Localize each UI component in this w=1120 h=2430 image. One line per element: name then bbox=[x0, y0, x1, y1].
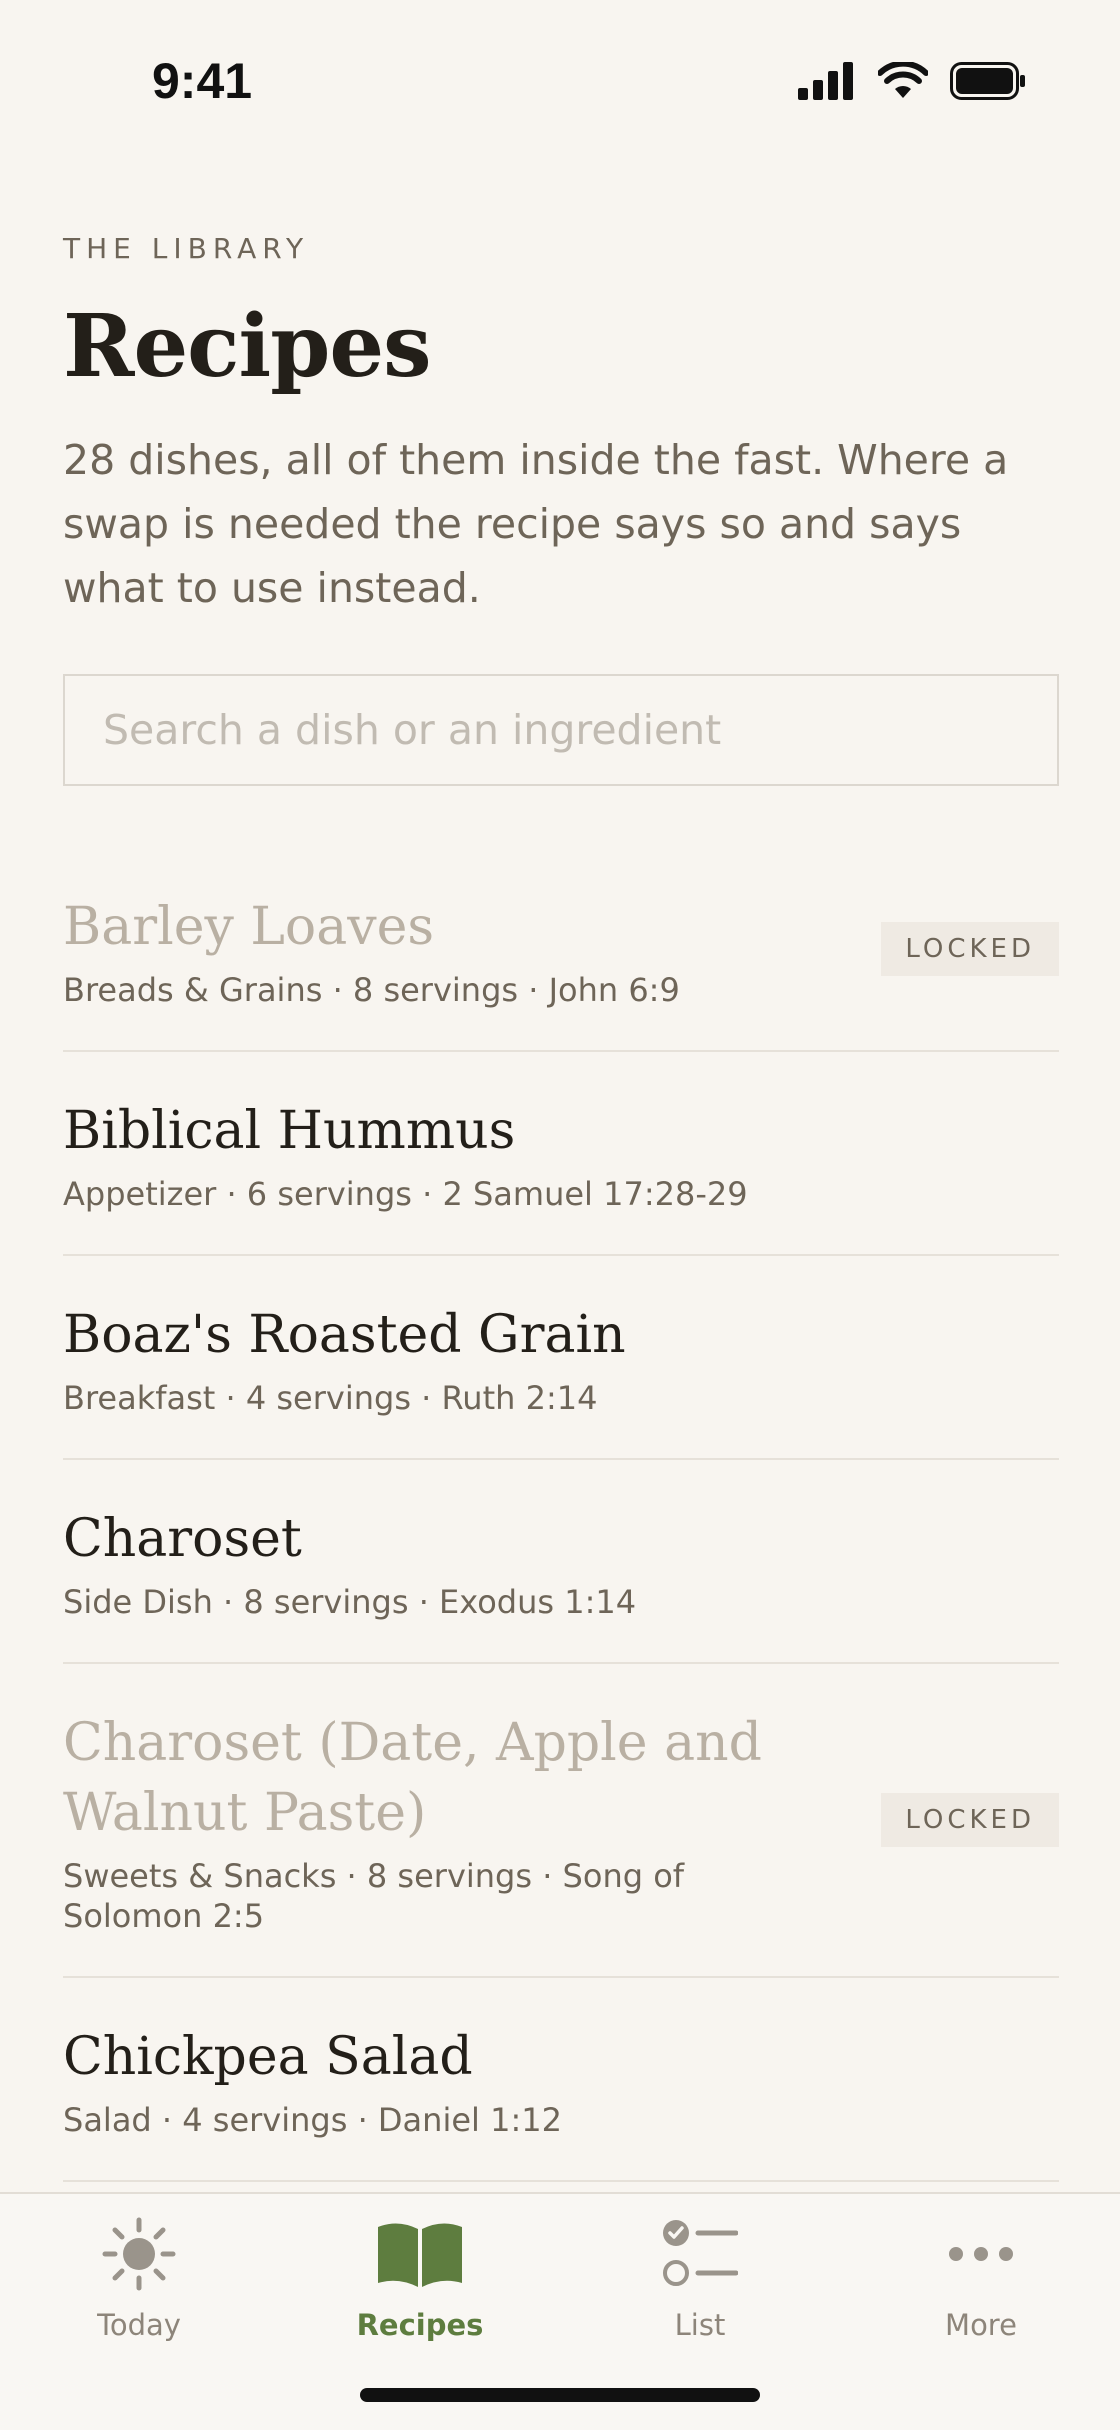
locked-badge: LOCKED bbox=[881, 922, 1059, 976]
tab-label: Recipes bbox=[356, 2308, 484, 2342]
recipe-meta: Breakfast · 4 servings · Ruth 2:14 bbox=[63, 1379, 598, 1417]
page-title: Recipes bbox=[63, 296, 431, 397]
status-icons bbox=[798, 62, 1026, 100]
sun-icon bbox=[102, 2217, 176, 2291]
open-book-icon bbox=[378, 2223, 462, 2287]
recipe-item[interactable]: Charoset (Date, Apple and Walnut Paste) … bbox=[63, 1664, 1059, 1978]
checklist-icon bbox=[663, 2220, 738, 2286]
recipe-name: Chickpea Salad bbox=[63, 2027, 473, 2087]
section-eyebrow: THE LIBRARY bbox=[63, 232, 310, 265]
recipe-list: Barley Loaves Breads & Grains · 8 servin… bbox=[63, 848, 1059, 2182]
recipe-meta: Side Dish · 8 servings · Exodus 1:14 bbox=[63, 1583, 637, 1621]
recipe-name: Charoset bbox=[63, 1509, 302, 1569]
status-bar: 9:41 bbox=[0, 0, 1120, 160]
tab-recipes[interactable]: Recipes bbox=[320, 2214, 520, 2364]
ellipsis-icon bbox=[949, 2247, 1013, 2261]
recipe-meta: Sweets & Snacks · 8 servings · Song of S… bbox=[63, 1857, 685, 1935]
search-input[interactable] bbox=[63, 674, 1059, 786]
recipe-item[interactable]: Biblical Hummus Appetizer · 6 servings ·… bbox=[63, 1052, 1059, 1256]
intro-text: 28 dishes, all of them inside the fast. … bbox=[63, 436, 1009, 612]
recipe-item[interactable]: Boaz's Roasted Grain Breakfast · 4 servi… bbox=[63, 1256, 1059, 1460]
tab-list[interactable]: List bbox=[600, 2214, 800, 2364]
recipe-item[interactable]: Charoset Side Dish · 8 servings · Exodus… bbox=[63, 1460, 1059, 1664]
recipe-meta: Breads & Grains · 8 servings · John 6:9 bbox=[63, 971, 680, 1009]
recipe-meta: Appetizer · 6 servings · 2 Samuel 17:28-… bbox=[63, 1175, 748, 1213]
recipe-name: Charoset (Date, Apple and Walnut Paste) bbox=[63, 1713, 762, 1843]
signal-icon bbox=[798, 62, 853, 100]
recipe-item[interactable]: Barley Loaves Breads & Grains · 8 servin… bbox=[63, 848, 1059, 1052]
tab-label: List bbox=[674, 2308, 726, 2342]
recipe-name: Biblical Hummus bbox=[63, 1101, 516, 1161]
tab-today[interactable]: Today bbox=[39, 2214, 239, 2364]
recipe-item[interactable]: Chickpea Salad Salad · 4 servings · Dani… bbox=[63, 1978, 1059, 2182]
tab-label: Today bbox=[97, 2308, 181, 2342]
locked-badge: LOCKED bbox=[881, 1793, 1059, 1847]
battery-icon bbox=[950, 62, 1025, 100]
home-indicator bbox=[360, 2388, 760, 2402]
wifi-icon bbox=[878, 62, 928, 98]
status-time: 9:41 bbox=[152, 53, 253, 109]
tab-label: More bbox=[945, 2308, 1017, 2342]
recipe-meta: Salad · 4 servings · Daniel 1:12 bbox=[63, 2101, 562, 2139]
recipe-name: Boaz's Roasted Grain bbox=[63, 1305, 626, 1365]
recipe-name: Barley Loaves bbox=[63, 897, 435, 957]
tab-more[interactable]: More bbox=[881, 2214, 1081, 2364]
